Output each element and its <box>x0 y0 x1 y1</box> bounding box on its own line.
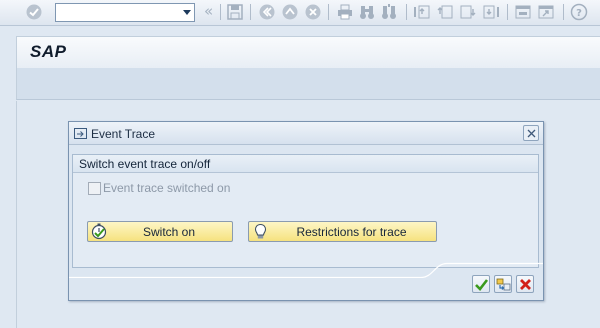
last-page-icon[interactable] <box>482 3 500 21</box>
switch-trace-group: Switch event trace on/off Event trace sw… <box>72 154 539 268</box>
title-bar: SAP <box>16 36 600 68</box>
previous-page-icon[interactable] <box>436 3 454 21</box>
event-trace-checkbox-label: Event trace switched on <box>103 181 231 195</box>
shortcut-icon[interactable] <box>537 3 555 21</box>
close-icon <box>527 129 536 138</box>
first-page-icon[interactable] <box>413 3 431 21</box>
cancel-button[interactable] <box>516 275 534 293</box>
toolbar-divider <box>563 4 564 20</box>
find-icon[interactable] <box>358 3 376 21</box>
exit-icon[interactable] <box>281 3 299 21</box>
switch-on-button[interactable]: Switch on <box>87 221 233 242</box>
group-header: Switch event trace on/off <box>73 155 538 173</box>
toolbar-divider <box>250 4 251 20</box>
page-title: SAP <box>30 42 67 61</box>
system-toolbar: « ? <box>0 0 600 26</box>
cancel-icon[interactable] <box>304 3 322 21</box>
chevron-down-icon[interactable] <box>183 10 191 15</box>
command-field[interactable] <box>55 3 195 22</box>
toolbar-divider <box>507 4 508 20</box>
find-next-icon[interactable] <box>380 3 398 21</box>
continue-icon <box>496 278 511 291</box>
enter-icon[interactable] <box>25 3 43 21</box>
application-toolbar <box>16 68 600 100</box>
group-title: Switch event trace on/off <box>79 157 211 171</box>
command-input[interactable] <box>56 4 178 21</box>
toolbar-divider <box>328 4 329 20</box>
create-session-icon[interactable] <box>514 3 532 21</box>
dialog-window-icon <box>74 127 88 140</box>
collapse-chevron-icon[interactable]: « <box>204 2 213 20</box>
confirm-button[interactable] <box>472 275 490 293</box>
dialog-title: Event Trace <box>91 127 156 141</box>
confirm-icon <box>475 279 489 291</box>
dialog-header[interactable]: Event Trace <box>69 122 543 145</box>
toolbar-divider <box>220 4 221 20</box>
toolbar-divider <box>406 4 407 20</box>
restrictions-for-trace-label: Restrictions for trace <box>296 225 407 239</box>
event-trace-checkbox[interactable] <box>88 182 101 195</box>
next-page-icon[interactable] <box>459 3 477 21</box>
save-icon[interactable] <box>226 3 244 21</box>
svg-text:?: ? <box>576 8 582 19</box>
cancel-icon <box>520 279 531 290</box>
switch-on-label: Switch on <box>142 225 196 239</box>
print-icon[interactable] <box>336 3 354 21</box>
restrictions-for-trace-button[interactable]: Restrictions for trace <box>248 221 437 242</box>
continue-button[interactable] <box>494 275 512 293</box>
back-icon[interactable] <box>258 3 276 21</box>
event-trace-dialog: Event Trace Switch event trace on/off Ev… <box>68 121 544 301</box>
dialog-close-button[interactable] <box>523 125 539 141</box>
help-icon[interactable]: ? <box>570 3 588 21</box>
